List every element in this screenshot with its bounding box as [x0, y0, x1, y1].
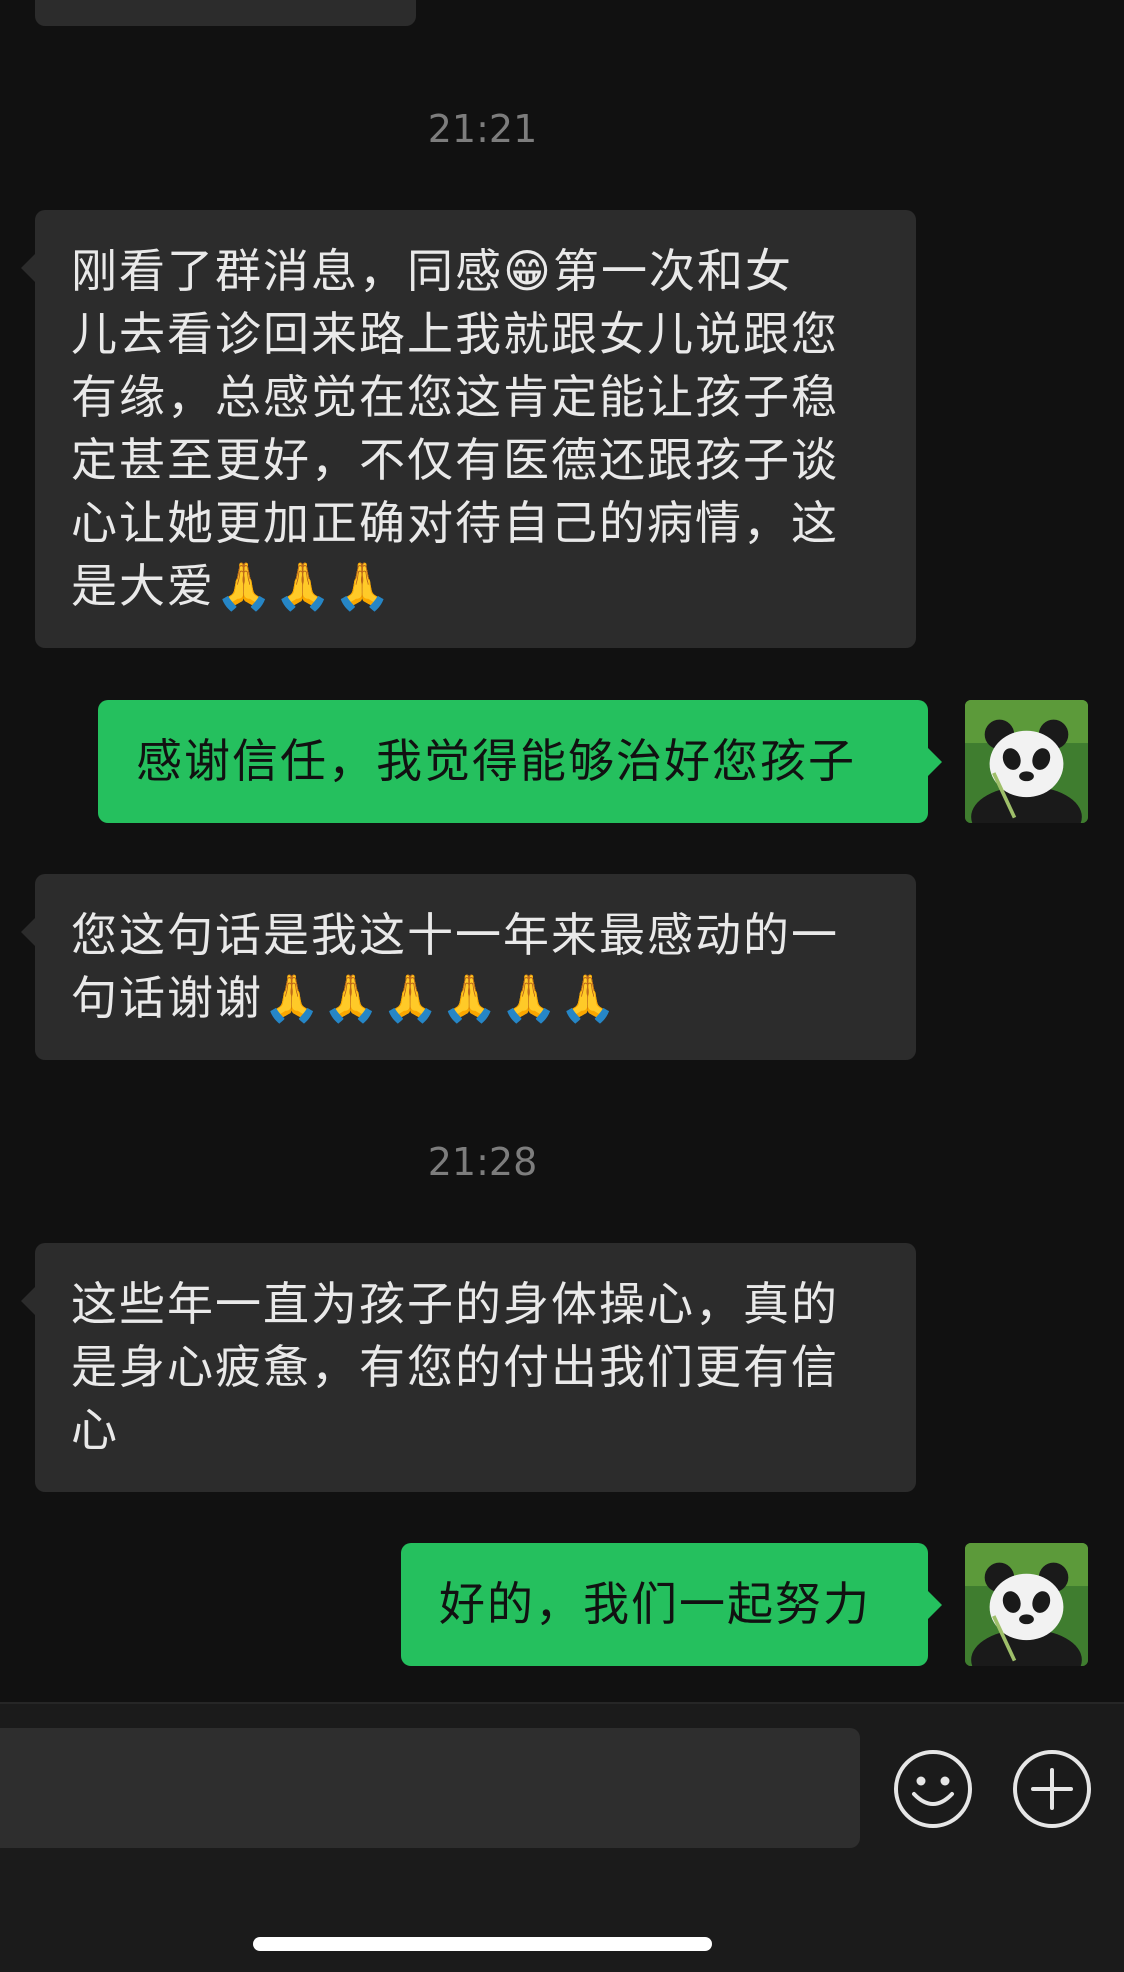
message-line: 是大爱🙏🙏🙏	[71, 559, 393, 613]
timestamp: 21:28	[427, 1140, 538, 1184]
chat-screen: 21:21 刚看了群消息，同感😁第一次和女 儿去看诊回来路上我就跟女儿说跟您 有…	[0, 0, 1124, 1972]
home-indicator[interactable]	[253, 1937, 712, 1951]
message-line: 刚看了群消息，同感😁第一次和女	[71, 244, 793, 298]
panda-icon	[965, 700, 1088, 823]
message-line: 是身心疲惫，有您的付出我们更有信	[71, 1340, 839, 1394]
incoming-message-bubble[interactable]: 您这句话是我这十一年来最感动的一 句话谢谢🙏🙏🙏🙏🙏🙏	[21, 874, 916, 1060]
timestamp: 21:21	[427, 107, 538, 151]
message-line: 心让她更加正确对待自己的病情，这	[71, 496, 839, 550]
outgoing-message-bubble[interactable]: 感谢信任，我觉得能够治好您孩子	[98, 700, 942, 823]
outgoing-message-bubble[interactable]: 好的，我们一起努力	[401, 1543, 942, 1666]
panda-avatar[interactable]	[965, 700, 1088, 823]
message-line: 有缘，总感觉在您这肯定能让孩子稳	[71, 370, 839, 424]
message-text: 感谢信任，我觉得能够治好您孩子	[136, 734, 856, 788]
message-line: 儿去看诊回来路上我就跟女儿说跟您	[71, 307, 839, 361]
incoming-message-bubble[interactable]: 这些年一直为孩子的身体操心，真的 是身心疲惫，有您的付出我们更有信 心	[21, 1243, 916, 1492]
panda-icon	[965, 1543, 1088, 1666]
message-line: 定甚至更好，不仅有医德还跟孩子谈	[71, 433, 839, 487]
message-line: 您这句话是我这十一年来最感动的一	[71, 908, 839, 962]
message-input[interactable]	[0, 1728, 860, 1848]
panda-avatar[interactable]	[965, 1543, 1088, 1666]
message-line: 这些年一直为孩子的身体操心，真的	[71, 1277, 839, 1331]
previous-message-bubble[interactable]	[35, 0, 416, 26]
smiley-face-icon	[894, 1750, 972, 1828]
input-bar	[0, 1702, 1124, 1972]
more-button[interactable]	[1011, 1748, 1093, 1830]
message-line: 句话谢谢🙏🙏🙏🙏🙏🙏	[71, 971, 619, 1025]
emoji-button[interactable]	[892, 1748, 974, 1830]
incoming-message-bubble[interactable]: 刚看了群消息，同感😁第一次和女 儿去看诊回来路上我就跟女儿说跟您 有缘，总感觉在…	[21, 210, 916, 648]
message-line: 心	[71, 1403, 119, 1457]
message-text: 好的，我们一起努力	[439, 1577, 871, 1631]
plus-circle-icon	[1013, 1750, 1091, 1828]
